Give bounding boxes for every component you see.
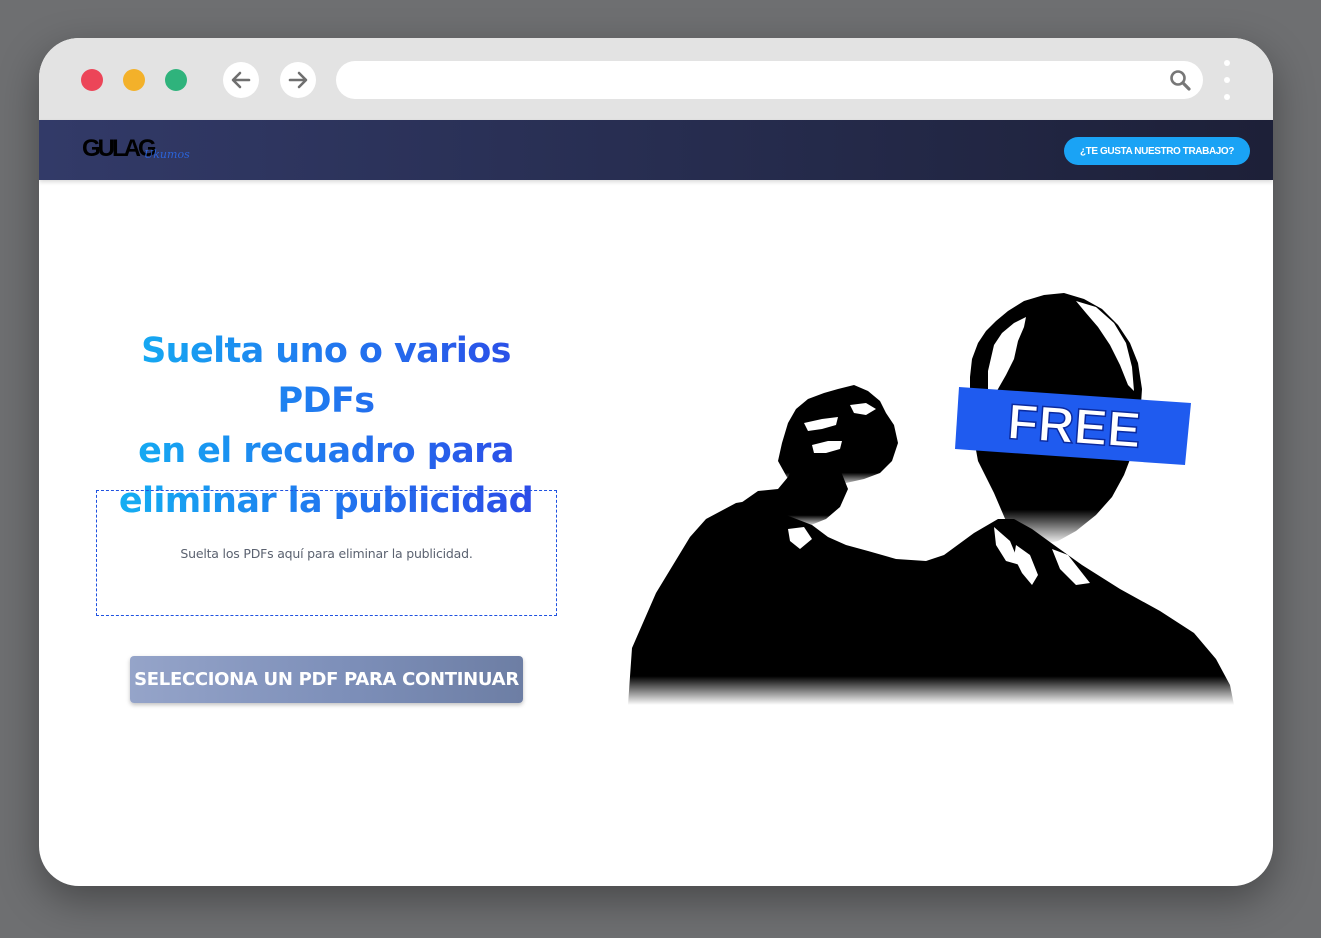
pdf-dropzone[interactable]: Suelta los PDFs aquí para eliminar la pu… — [96, 490, 557, 616]
forward-button[interactable] — [280, 62, 316, 98]
back-button[interactable] — [223, 62, 259, 98]
select-pdf-button[interactable]: SELECCIONA UN PDF PARA CONTINUAR — [130, 656, 523, 703]
close-window-dot[interactable] — [81, 69, 103, 91]
search-icon[interactable] — [1169, 69, 1191, 91]
logo-main-text: GULAG — [82, 135, 157, 162]
logo-sub-text: Ukumos — [144, 148, 190, 161]
browser-toolbar — [39, 38, 1273, 120]
like-our-work-button[interactable]: ¿TE GUSTA NUESTRO TRABAJO? — [1064, 137, 1250, 165]
browser-window: GULAG Ukumos ¿TE GUSTA NUESTRO TRABAJO? … — [39, 38, 1273, 886]
dropzone-hint: Suelta los PDFs aquí para eliminar la pu… — [180, 545, 473, 561]
maximize-window-dot[interactable] — [165, 69, 187, 91]
headline-line-1: Suelta uno o varios PDFs — [141, 331, 511, 421]
arrow-right-icon — [288, 71, 308, 89]
free-badge-text: FREE — [1006, 393, 1143, 458]
kebab-menu-icon[interactable] — [1222, 60, 1232, 102]
raised-fist-illustration: FREE — [628, 293, 1234, 705]
headline-line-2: en el recuadro para — [138, 431, 514, 471]
arrow-left-icon — [231, 71, 251, 89]
site-logo[interactable]: GULAG Ukumos — [82, 136, 202, 166]
address-bar[interactable] — [336, 61, 1203, 99]
minimize-window-dot[interactable] — [123, 69, 145, 91]
